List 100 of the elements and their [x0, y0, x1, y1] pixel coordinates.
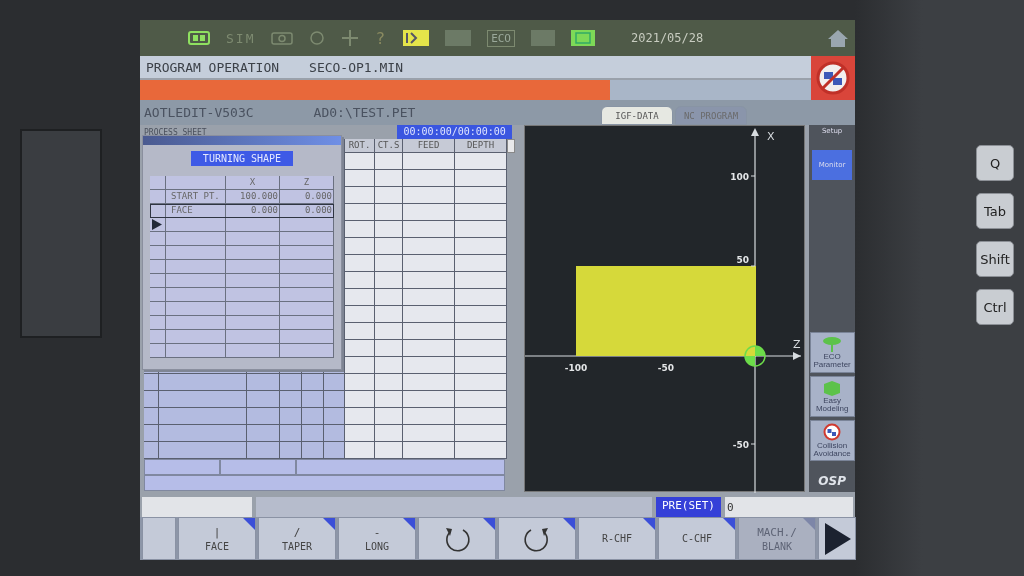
table-cell — [247, 408, 280, 425]
table-cell — [455, 306, 507, 323]
keyboard-key[interactable]: Ctrl — [976, 289, 1014, 325]
osp-logo: OSP — [818, 474, 846, 488]
tick-label: -100 — [564, 363, 588, 373]
table-cell — [226, 288, 280, 302]
corner-marker-icon — [403, 518, 415, 530]
table-cell — [324, 391, 345, 408]
soft-key[interactable]: / TAPER — [258, 517, 336, 560]
table-cell — [403, 221, 455, 238]
table-cell — [150, 246, 166, 260]
table-cell — [345, 170, 375, 187]
table-cell — [455, 391, 507, 408]
table-cell — [280, 288, 334, 302]
soft-key[interactable] — [498, 517, 576, 560]
side-button[interactable]: Collision Avoidance — [809, 420, 855, 461]
keyboard-key[interactable]: Q — [976, 145, 1014, 181]
table-cell — [302, 442, 324, 459]
collision-warning-icon[interactable] — [811, 56, 855, 100]
table-cell — [280, 344, 334, 358]
table-cell — [375, 272, 403, 289]
table-cell — [166, 274, 226, 288]
table-cell — [150, 316, 166, 330]
input-field[interactable]: 0 — [725, 497, 853, 517]
operation-mode: PROGRAM OPERATION — [146, 59, 280, 75]
keyboard-key[interactable]: Tab — [976, 193, 1014, 229]
corner-marker-icon — [323, 518, 335, 530]
table-cell — [345, 357, 375, 374]
table-cell — [403, 204, 455, 221]
camera-icon — [271, 31, 294, 45]
table-cell — [455, 340, 507, 357]
keyboard-key[interactable]: Shift — [976, 241, 1014, 277]
table-cell — [345, 442, 375, 459]
table-cell — [345, 238, 375, 255]
table-row[interactable]: START PT. 100.000 0.000 — [150, 190, 334, 204]
table-cell — [375, 187, 403, 204]
table-cell — [166, 232, 226, 246]
table-cell — [375, 289, 403, 306]
table-cell — [280, 374, 302, 391]
tick-label: 50 — [736, 255, 750, 265]
table-cell — [403, 425, 455, 442]
soft-key[interactable]: C-CHF — [658, 517, 736, 560]
soft-key[interactable] — [418, 517, 496, 560]
table-cell — [166, 302, 226, 316]
axis-label: X — [767, 130, 775, 143]
file-path: AD0:\TEST.PET — [313, 105, 416, 120]
table-cell — [166, 246, 226, 260]
table-cell — [345, 272, 375, 289]
table-cell — [247, 374, 280, 391]
table-cell — [403, 187, 455, 204]
side-button[interactable]: ECO Parameter — [809, 332, 855, 373]
corner-marker-icon — [483, 518, 495, 530]
table-cell — [345, 153, 375, 170]
table-cell — [226, 246, 280, 260]
table-cell — [375, 340, 403, 357]
collision-warning-icon — [823, 423, 842, 441]
table-cell — [302, 391, 324, 408]
side-button[interactable]: Easy Modeling — [809, 376, 855, 417]
soft-key[interactable]: R-CHF — [578, 517, 656, 560]
table-cell — [455, 374, 507, 391]
corner-marker-icon — [723, 518, 735, 530]
dialog-title: TURNING SHAPE — [190, 151, 294, 166]
table-cell — [166, 330, 226, 344]
soft-key[interactable]: - LONG — [338, 517, 416, 560]
table-cell — [455, 153, 507, 170]
scrollbar[interactable] — [507, 139, 515, 153]
table-cell — [247, 442, 280, 459]
soft-key[interactable] — [818, 517, 856, 560]
tree-icon — [822, 336, 843, 352]
table-cell — [455, 408, 507, 425]
table-cell — [403, 272, 455, 289]
table-cell — [345, 374, 375, 391]
table-cell — [345, 323, 375, 340]
table-cell — [226, 344, 280, 358]
tab[interactable]: IGF-DATA — [601, 106, 673, 125]
table-cell — [280, 391, 302, 408]
home-icon[interactable] — [827, 28, 849, 48]
table-cell — [455, 238, 507, 255]
table-cell — [345, 306, 375, 323]
circle-icon — [309, 30, 326, 46]
table-cell — [150, 302, 166, 316]
table-cell — [375, 153, 403, 170]
column-header: Z — [280, 176, 334, 190]
table-row[interactable]: FACE 0.000 0.000 — [150, 204, 334, 218]
eco-label: ECO — [487, 29, 515, 47]
corner-marker-icon — [243, 518, 255, 530]
table-cell — [166, 176, 226, 190]
soft-key[interactable]: | FACE — [178, 517, 256, 560]
table-cell — [166, 260, 226, 274]
tick-label: -50 — [732, 440, 750, 450]
axis-label: Z — [793, 338, 801, 351]
table-cell — [302, 408, 324, 425]
table-cell — [403, 442, 455, 459]
table-cell — [226, 316, 280, 330]
input-label: PRE(SET) — [656, 497, 721, 517]
tick-label: -50 — [658, 363, 675, 373]
table-cell — [375, 170, 403, 187]
table-cell — [455, 272, 507, 289]
table-cell — [150, 190, 166, 204]
table-cell — [403, 255, 455, 272]
